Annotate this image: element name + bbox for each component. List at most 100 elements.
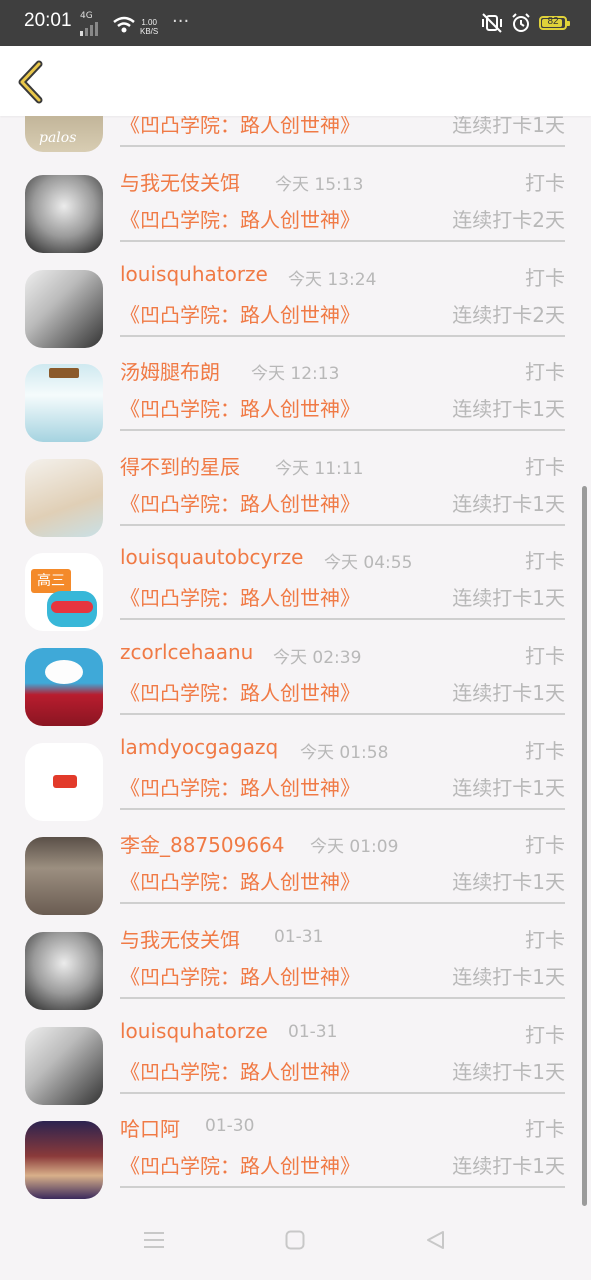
top-bar xyxy=(0,46,591,116)
checkin-time: 今天 01:58 xyxy=(300,743,389,763)
list-item[interactable]: palos 《凹凸学院：路人创世神》 连续打卡1天 xyxy=(0,116,591,159)
avatar xyxy=(25,270,103,348)
divider xyxy=(120,1186,565,1188)
user-name[interactable]: louisquautobcyrze xyxy=(120,545,303,569)
action-label: 打卡 xyxy=(525,549,565,573)
list-item[interactable]: 与我无伎关饵 01-31 打卡 《凹凸学院：路人创世神》 连续打卡1天 xyxy=(0,916,591,1011)
divider xyxy=(120,618,565,620)
system-nav-bar xyxy=(0,1208,591,1280)
user-name[interactable]: louisquhatorze xyxy=(120,1019,268,1043)
user-name[interactable]: louisquhatorze xyxy=(120,262,268,286)
user-name[interactable]: 得不到的星辰 xyxy=(120,451,240,480)
avatar xyxy=(25,459,103,537)
action-label: 打卡 xyxy=(525,739,565,763)
list-item[interactable]: 李金_887509664 今天 01:09 打卡 《凹凸学院：路人创世神》 连续… xyxy=(0,821,591,916)
divider xyxy=(120,335,565,337)
course-title[interactable]: 《凹凸学院：路人创世神》 xyxy=(120,488,360,517)
divider xyxy=(120,713,565,715)
streak-text: 连续打卡1天 xyxy=(452,776,565,800)
checkin-time: 01-31 xyxy=(288,1022,338,1042)
avatar xyxy=(25,932,103,1010)
avatar xyxy=(25,648,103,726)
streak-text: 连续打卡1天 xyxy=(452,492,565,516)
checkin-time: 今天 11:11 xyxy=(275,459,364,479)
checkin-list[interactable]: palos 《凹凸学院：路人创世神》 连续打卡1天 与我无伎关饵 今天 15:1… xyxy=(0,116,591,1200)
course-title[interactable]: 《凹凸学院：路人创世神》 xyxy=(120,393,360,422)
list-item[interactable]: zcorlcehaanu 今天 02:39 打卡 《凹凸学院：路人创世神》 连续… xyxy=(0,632,591,727)
divider xyxy=(120,997,565,999)
home-icon[interactable] xyxy=(285,1230,305,1250)
course-title[interactable]: 《凹凸学院：路人创世神》 xyxy=(120,1150,360,1179)
scrollbar[interactable] xyxy=(582,486,587,1206)
user-name[interactable]: lamdyocgagazq xyxy=(120,735,278,759)
back-arrow-icon[interactable] xyxy=(14,60,48,104)
streak-text: 连续打卡1天 xyxy=(452,586,565,610)
network-speed: 1.00 KB/S xyxy=(140,18,159,36)
checkin-time: 今天 02:39 xyxy=(273,648,362,668)
list-item[interactable]: 汤姆腿布朗 今天 12:13 打卡 《凹凸学院：路人创世神》 连续打卡1天 xyxy=(0,348,591,443)
avatar: palos xyxy=(25,116,103,152)
avatar xyxy=(25,743,103,821)
action-label: 打卡 xyxy=(525,455,565,479)
course-title[interactable]: 《凹凸学院：路人创世神》 xyxy=(120,961,360,990)
avatar-badge: 高三 xyxy=(31,569,71,593)
checkin-time: 今天 04:55 xyxy=(324,553,413,573)
user-name[interactable]: 与我无伎关饵 xyxy=(120,924,240,953)
checkin-time: 今天 15:13 xyxy=(275,175,364,195)
course-title[interactable]: 《凹凸学院：路人创世神》 xyxy=(120,677,360,706)
network-type: 4G xyxy=(80,11,93,21)
action-label: 打卡 xyxy=(525,1117,565,1141)
checkin-time: 今天 13:24 xyxy=(288,270,377,290)
list-item[interactable]: 与我无伎关饵 今天 15:13 打卡 《凹凸学院：路人创世神》 连续打卡2天 xyxy=(0,159,591,254)
list-item[interactable]: louisquhatorze 01-31 打卡 《凹凸学院：路人创世神》 连续打… xyxy=(0,1011,591,1106)
course-title[interactable]: 《凹凸学院：路人创世神》 xyxy=(120,866,360,895)
course-title[interactable]: 《凹凸学院：路人创世神》 xyxy=(120,116,360,138)
streak-text: 连续打卡1天 xyxy=(452,870,565,894)
list-item[interactable]: lamdyocgagazq 今天 01:58 打卡 《凹凸学院：路人创世神》 连… xyxy=(0,727,591,822)
streak-text: 连续打卡1天 xyxy=(452,1060,565,1084)
course-title[interactable]: 《凹凸学院：路人创世神》 xyxy=(120,582,360,611)
list-item[interactable]: louisquhatorze 今天 13:24 打卡 《凹凸学院：路人创世神》 … xyxy=(0,254,591,349)
streak-text: 连续打卡1天 xyxy=(452,1154,565,1178)
course-title[interactable]: 《凹凸学院：路人创世神》 xyxy=(120,299,360,328)
status-bar: 20:01 4G 1.00 KB/S ··· 82 xyxy=(0,0,591,46)
alarm-icon xyxy=(512,13,530,32)
divider xyxy=(120,145,565,147)
streak-text: 连续打卡2天 xyxy=(452,208,565,232)
user-name[interactable]: zcorlcehaanu xyxy=(120,640,253,664)
user-name[interactable]: 与我无伎关饵 xyxy=(120,167,240,196)
divider xyxy=(120,429,565,431)
course-title[interactable]: 《凹凸学院：路人创世神》 xyxy=(120,1056,360,1085)
menu-icon[interactable] xyxy=(143,1230,165,1250)
checkin-time: 01-30 xyxy=(205,1116,255,1136)
vibrate-mute-icon xyxy=(482,13,502,33)
signal-indicator: 4G xyxy=(80,12,102,36)
action-label: 打卡 xyxy=(525,1023,565,1047)
back-triangle-icon[interactable] xyxy=(425,1230,445,1250)
course-title[interactable]: 《凹凸学院：路人创世神》 xyxy=(120,772,360,801)
divider xyxy=(120,524,565,526)
avatar xyxy=(25,364,103,442)
action-label: 打卡 xyxy=(525,171,565,195)
user-name[interactable]: 哈口阿 xyxy=(120,1113,180,1142)
streak-text: 连续打卡1天 xyxy=(452,397,565,421)
divider xyxy=(120,1092,565,1094)
wifi-icon xyxy=(113,16,135,33)
user-name[interactable]: 李金_887509664 xyxy=(120,829,285,858)
avatar-caption: palos xyxy=(39,130,77,146)
list-item[interactable]: 高三 louisquautobcyrze 今天 04:55 打卡 《凹凸学院：路… xyxy=(0,537,591,632)
battery-icon: 82 xyxy=(539,16,570,30)
list-item[interactable]: 哈口阿 01-30 打卡 《凹凸学院：路人创世神》 连续打卡1天 xyxy=(0,1105,591,1200)
action-label: 打卡 xyxy=(525,266,565,290)
status-icons-right: 82 xyxy=(481,13,570,33)
list-item[interactable]: 得不到的星辰 今天 11:11 打卡 《凹凸学院：路人创世神》 连续打卡1天 xyxy=(0,443,591,538)
checkin-time: 01-31 xyxy=(274,927,324,947)
checkin-time: 今天 01:09 xyxy=(310,837,399,857)
streak-text: 连续打卡1天 xyxy=(452,965,565,989)
checkin-time: 今天 12:13 xyxy=(251,364,340,384)
avatar xyxy=(25,175,103,253)
user-name[interactable]: 汤姆腿布朗 xyxy=(120,356,220,385)
avatar xyxy=(25,837,103,915)
course-title[interactable]: 《凹凸学院：路人创世神》 xyxy=(120,204,360,233)
avatar: 高三 xyxy=(25,553,103,631)
